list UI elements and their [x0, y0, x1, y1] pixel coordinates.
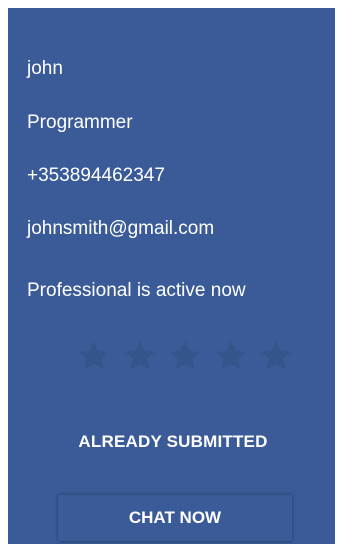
availability-status: Professional is active now — [27, 280, 246, 301]
star-icon[interactable] — [167, 338, 203, 374]
star-icon[interactable] — [76, 338, 112, 374]
chat-now-button[interactable]: CHAT NOW — [58, 495, 292, 541]
star-icon[interactable] — [122, 338, 158, 374]
professional-card: john Programmer +353894462347 johnsmith@… — [8, 8, 335, 544]
professional-email: johnsmith@gmail.com — [27, 218, 215, 239]
professional-profession: Programmer — [27, 112, 133, 133]
rating-bar[interactable] — [76, 336, 294, 376]
already-submitted-button[interactable]: ALREADY SUBMITTED — [48, 420, 298, 464]
professional-name: john — [27, 58, 63, 79]
star-icon[interactable] — [258, 338, 294, 374]
star-icon[interactable] — [213, 338, 249, 374]
professional-phone: +353894462347 — [27, 165, 165, 186]
